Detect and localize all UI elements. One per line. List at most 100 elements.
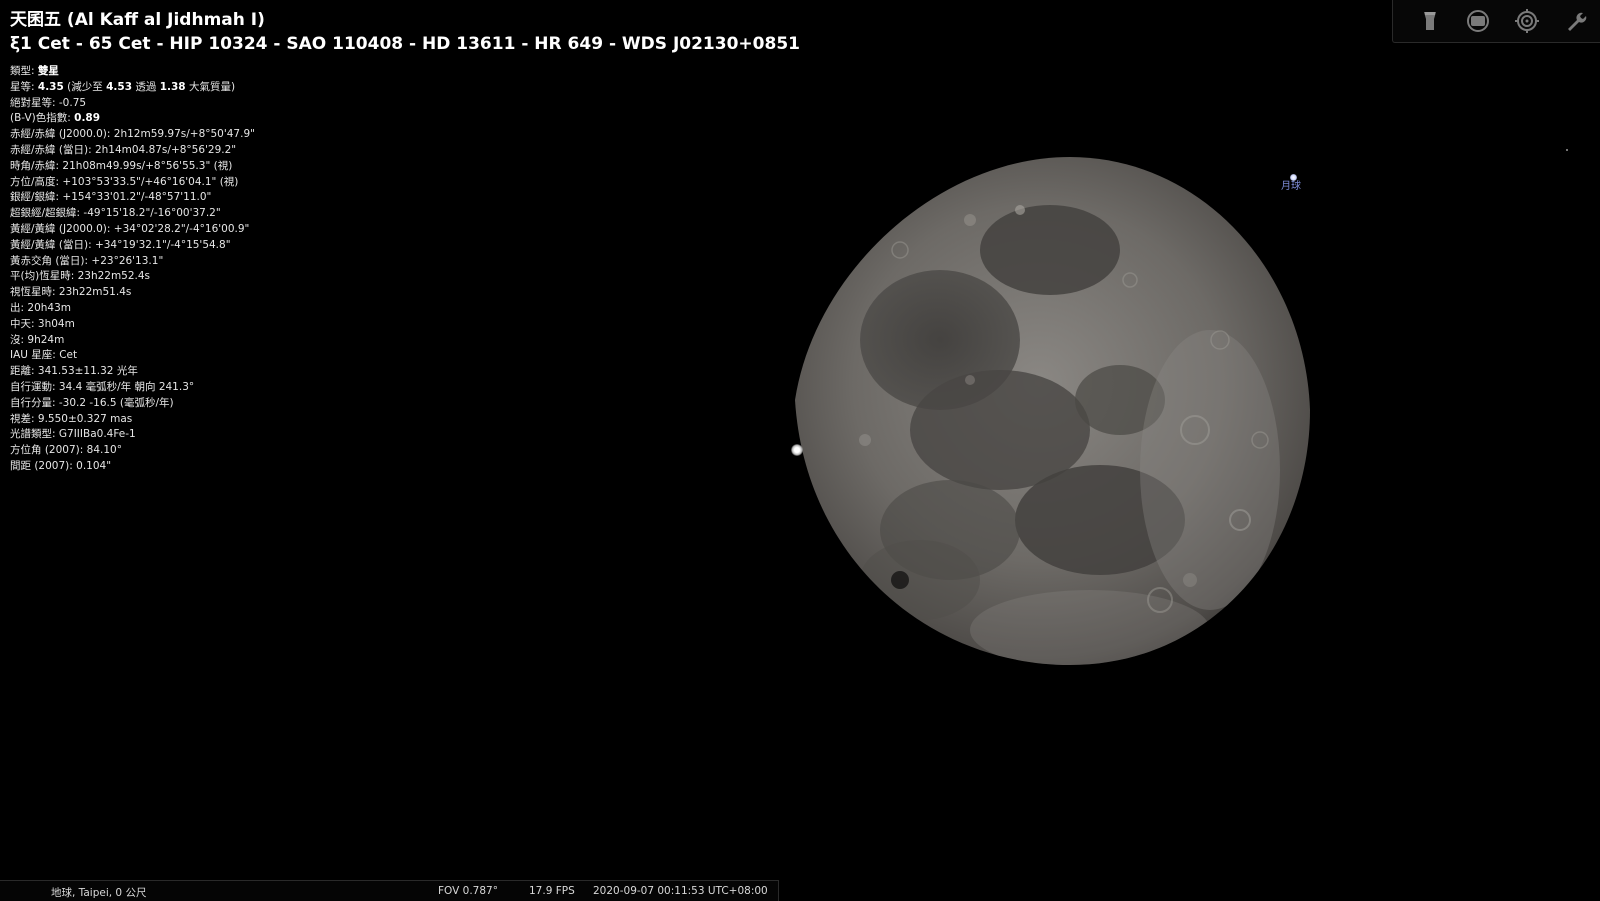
info-row-value: 3h04m xyxy=(37,317,75,330)
info-row: 黃經/黃緯 (當日): +34°19'32.1"/-4°15'54.8" xyxy=(10,238,910,254)
info-row-label: 自行運動: xyxy=(10,380,59,393)
info-row-value: Cet xyxy=(59,349,78,362)
info-row-value: 20h43m xyxy=(27,301,71,314)
info-row: 沒: 9h24m xyxy=(10,333,910,349)
info-row-value: 2h14m04.87s/+8°56'29.2" xyxy=(94,143,237,156)
info-row: 方位/高度: +103°53'33.5"/+46°16'04.1" (視) xyxy=(10,175,910,191)
info-row: 黃赤交角 (當日): +23°26'13.1" xyxy=(10,254,910,270)
screen-button[interactable] xyxy=(1465,8,1491,34)
info-row-label: 黃經/黃緯 (當日): xyxy=(10,238,95,251)
status-bar: 地球, Taipei, 0 公尺 FOV 0.787° 17.9 FPS 202… xyxy=(0,880,779,901)
info-row-label: 絕對星等: xyxy=(10,96,59,109)
info-row-label: 方位/高度: xyxy=(10,175,63,188)
screen-icon xyxy=(1467,10,1489,32)
info-row: IAU 星座: Cet xyxy=(10,348,910,364)
top-toolbar xyxy=(1392,0,1600,43)
info-row-label: 赤經/赤緯 (J2000.0): xyxy=(10,128,114,141)
info-row-extra: 透過 xyxy=(132,80,160,93)
info-row-value: -0.75 xyxy=(58,96,87,109)
info-row-extra: 大氣質量) xyxy=(185,80,236,93)
datetime-status[interactable]: 2020-09-07 00:11:53 UTC+08:00 xyxy=(593,885,768,897)
info-row-label: 黃赤交角 (當日): xyxy=(10,254,92,267)
info-row: 視恆星時: 23h22m51.4s xyxy=(10,285,910,301)
info-row-extra-value: 4.53 xyxy=(106,80,133,93)
info-row-value: 84.10° xyxy=(86,444,122,457)
info-row-label: (B-V)色指數: xyxy=(10,112,75,125)
info-row-label: 黃經/黃緯 (J2000.0): xyxy=(10,222,114,235)
info-row: 中天: 3h04m xyxy=(10,317,910,333)
info-row-value: 4.35 xyxy=(37,80,64,93)
info-row-value: -49°15'18.2"/-16°00'37.2" xyxy=(83,207,221,220)
object-designations: ξ1 Cet - 65 Cet - HIP 10324 - SAO 110408… xyxy=(10,34,800,54)
info-row-value: +34°19'32.1"/-4°15'54.8" xyxy=(94,238,231,251)
info-row-label: IAU 星座: xyxy=(10,349,60,362)
info-row: 距離: 341.53±11.32 光年 xyxy=(10,364,910,380)
info-row-value: 0.89 xyxy=(74,112,101,125)
info-row: 出: 20h43m xyxy=(10,301,910,317)
info-row-value: 0.104" xyxy=(76,459,112,472)
info-row-label: 平(均)恆星時: xyxy=(10,270,78,283)
info-row-extra: (減少至 xyxy=(63,80,107,93)
info-row-label: 中天: xyxy=(10,317,38,330)
moon-label: 月球 xyxy=(1281,181,1301,192)
info-row: 方位角 (2007): 84.10° xyxy=(10,443,910,459)
object-title: 天囷五 (Al Kaff al Jidhmah I) xyxy=(10,10,265,30)
info-row: 平(均)恆星時: 23h22m52.4s xyxy=(10,269,910,285)
info-row-label: 方位角 (2007): xyxy=(10,444,87,457)
wrench-button[interactable] xyxy=(1563,8,1589,34)
info-row-value: 9.550±0.327 mas xyxy=(37,412,133,425)
info-row-value: -30.2 -16.5 (毫弧秒/年) xyxy=(58,396,174,409)
target-icon xyxy=(1515,9,1539,33)
info-row: 時角/赤緯: 21h08m49.99s/+8°56'55.3" (視) xyxy=(10,159,910,175)
wrench-icon xyxy=(1568,12,1587,31)
info-row-value: 雙星 xyxy=(37,65,59,77)
info-row-label: 類型: xyxy=(10,65,38,77)
info-row-label: 沒: xyxy=(10,333,28,346)
info-row-label: 時角/赤緯: xyxy=(10,159,63,172)
sky-view[interactable]: 月球 天囷五 (Al Kaff al Jidhmah I) ξ1 Cet - 6… xyxy=(0,0,1600,900)
info-row: 赤經/赤緯 (J2000.0): 2h12m59.97s/+8°50'47.9" xyxy=(10,127,910,143)
info-row: 自行運動: 34.4 毫弧秒/年 朝向 241.3° xyxy=(10,380,910,396)
info-row: 星等: 4.35 (減少至 4.53 透過 1.38 大氣質量) xyxy=(10,80,910,96)
info-row-label: 超銀經/超銀緯: xyxy=(10,207,84,220)
background-star xyxy=(1566,149,1568,151)
target-button[interactable] xyxy=(1514,8,1540,34)
info-row-label: 赤經/赤緯 (當日): xyxy=(10,143,95,156)
object-info-rows: 類型: 雙星 星等: 4.35 (減少至 4.53 透過 1.38 大氣質量) 絕對… xyxy=(10,64,910,475)
flashlight-icon xyxy=(1424,12,1436,30)
info-row-label: 星等: xyxy=(10,80,38,93)
info-row-label: 距離: xyxy=(10,365,38,378)
info-row: 銀經/銀緯: +154°33'01.2"/-48°57'11.0" xyxy=(10,190,910,206)
info-row: 超銀經/超銀緯: -49°15'18.2"/-16°00'37.2" xyxy=(10,206,910,222)
info-row-label: 視恆星時: xyxy=(10,286,59,299)
info-row-label: 光譜類型: xyxy=(10,428,59,441)
fps-status: 17.9 FPS xyxy=(529,885,575,897)
info-row: 自行分量: -30.2 -16.5 (毫弧秒/年) xyxy=(10,396,910,412)
fov-status: FOV 0.787° xyxy=(438,885,498,897)
info-row: 類型: 雙星 xyxy=(10,64,910,80)
info-row: (B-V)色指數: 0.89 xyxy=(10,111,910,127)
info-row-value: +154°33'01.2"/-48°57'11.0" xyxy=(62,191,212,204)
info-row: 絕對星等: -0.75 xyxy=(10,96,910,112)
info-row: 間距 (2007): 0.104" xyxy=(10,459,910,475)
info-row-value: 23h22m52.4s xyxy=(77,270,151,283)
info-row: 黃經/黃緯 (J2000.0): +34°02'28.2"/-4°16'00.9… xyxy=(10,222,910,238)
info-row-value: +103°53'33.5"/+46°16'04.1" (視) xyxy=(62,175,239,188)
info-row-label: 銀經/銀緯: xyxy=(10,191,63,204)
location-status[interactable]: 地球, Taipei, 0 公尺 xyxy=(51,885,146,900)
info-row-label: 自行分量: xyxy=(10,396,59,409)
flashlight-button[interactable] xyxy=(1417,8,1443,34)
info-row-label: 視差: xyxy=(10,412,38,425)
info-row-label: 出: xyxy=(10,301,28,314)
info-row-value: 21h08m49.99s/+8°56'55.3" (視) xyxy=(62,159,233,172)
info-row: 赤經/赤緯 (當日): 2h14m04.87s/+8°56'29.2" xyxy=(10,143,910,159)
info-row: 光譜類型: G7IIIBa0.4Fe-1 xyxy=(10,427,910,443)
info-row-value: +23°26'13.1" xyxy=(91,254,164,267)
info-row-value: G7IIIBa0.4Fe-1 xyxy=(58,428,136,441)
object-info-panel: 天囷五 (Al Kaff al Jidhmah I) ξ1 Cet - 65 C… xyxy=(10,8,910,475)
info-row-label: 間距 (2007): xyxy=(10,459,77,472)
info-row-value: 23h22m51.4s xyxy=(58,286,132,299)
info-row-value: 9h24m xyxy=(27,333,65,346)
info-row-value: +34°02'28.2"/-4°16'00.9" xyxy=(113,222,250,235)
info-row-value: 2h12m59.97s/+8°50'47.9" xyxy=(113,128,255,141)
